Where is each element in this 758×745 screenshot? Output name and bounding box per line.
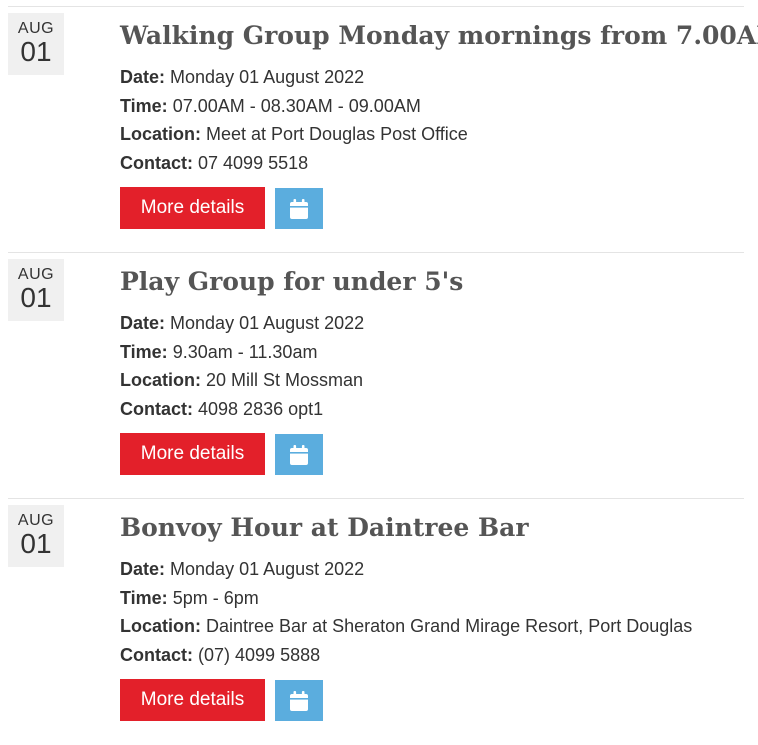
date-month: AUG xyxy=(17,512,55,529)
event-date-row: Date: Monday 01 August 2022 xyxy=(120,63,744,92)
event-date-row: Date: Monday 01 August 2022 xyxy=(120,555,744,584)
contact-value: (07) 4099 5888 xyxy=(198,644,321,665)
date-month: AUG xyxy=(17,20,55,37)
date-badge: AUG 01 xyxy=(8,259,64,321)
more-details-button[interactable]: More details xyxy=(120,679,265,721)
location-label: Location: xyxy=(120,370,201,390)
date-value: Monday 01 August 2022 xyxy=(170,67,365,87)
calendar-icon xyxy=(290,444,308,465)
event-actions: More details xyxy=(120,433,744,475)
contact-label: Contact: xyxy=(120,152,193,173)
event-contact-row: Contact: 07 4099 5518 xyxy=(120,149,744,178)
date-month: AUG xyxy=(17,266,55,283)
calendar-icon xyxy=(290,198,308,219)
date-day: 01 xyxy=(20,528,52,559)
date-label: Date: xyxy=(120,559,166,579)
add-to-calendar-button[interactable] xyxy=(275,680,323,721)
event-time-row: Time: 07.00AM - 08.30AM - 09.00AM xyxy=(120,92,744,121)
date-label: Date: xyxy=(120,67,166,87)
location-value: Meet at Port Douglas Post Office xyxy=(206,124,468,144)
location-label: Location: xyxy=(120,124,201,144)
event-item: AUG 01 Walking Group Monday mornings fro… xyxy=(8,6,758,253)
event-location-row: Location: Daintree Bar at Sheraton Grand… xyxy=(120,612,744,641)
event-date-row: Date: Monday 01 August 2022 xyxy=(120,309,744,338)
time-label: Time: xyxy=(120,341,168,362)
date-value: Monday 01 August 2022 xyxy=(170,559,365,579)
event-title[interactable]: Bonvoy Hour at Daintree Bar xyxy=(120,511,744,545)
location-value: Daintree Bar at Sheraton Grand Mirage Re… xyxy=(206,616,693,636)
location-label: Location: xyxy=(120,616,201,636)
date-day: 01 xyxy=(20,36,52,67)
event-time-row: Time: 9.30am - 11.30am xyxy=(120,338,744,367)
event-content: Bonvoy Hour at Daintree Bar Date: Monday… xyxy=(120,511,744,721)
event-time-row: Time: 5pm - 6pm xyxy=(120,584,744,613)
event-contact-row: Contact: (07) 4099 5888 xyxy=(120,641,744,670)
event-content: Walking Group Monday mornings from 7.00A… xyxy=(120,19,758,229)
event-actions: More details xyxy=(120,187,744,229)
location-value: 20 Mill St Mossman xyxy=(206,370,364,390)
date-day: 01 xyxy=(20,282,52,313)
event-item: AUG 01 Bonvoy Hour at Daintree Bar Date:… xyxy=(8,498,744,745)
event-contact-row: Contact: 4098 2836 opt1 xyxy=(120,395,744,424)
event-item: AUG 01 Play Group for under 5's Date: Mo… xyxy=(8,252,744,499)
event-location-row: Location: Meet at Port Douglas Post Offi… xyxy=(120,120,744,149)
contact-value: 4098 2836 opt1 xyxy=(198,398,324,419)
date-badge: AUG 01 xyxy=(8,13,64,75)
date-value: Monday 01 August 2022 xyxy=(170,313,365,333)
date-badge: AUG 01 xyxy=(8,505,64,567)
more-details-button[interactable]: More details xyxy=(120,187,265,229)
event-title[interactable]: Walking Group Monday mornings from 7.00A… xyxy=(120,19,758,53)
time-value: 9.30am - 11.30am xyxy=(172,341,318,362)
add-to-calendar-button[interactable] xyxy=(275,434,323,475)
time-label: Time: xyxy=(120,95,168,116)
event-actions: More details xyxy=(120,679,744,721)
event-content: Play Group for under 5's Date: Monday 01… xyxy=(120,265,744,475)
event-title[interactable]: Play Group for under 5's xyxy=(120,265,744,299)
time-value: 07.00AM - 08.30AM - 09.00AM xyxy=(172,95,421,116)
date-label: Date: xyxy=(120,313,166,333)
contact-value: 07 4099 5518 xyxy=(198,152,309,173)
more-details-button[interactable]: More details xyxy=(120,433,265,475)
time-value: 5pm - 6pm xyxy=(172,587,259,608)
calendar-icon xyxy=(290,690,308,711)
add-to-calendar-button[interactable] xyxy=(275,188,323,229)
time-label: Time: xyxy=(120,587,168,608)
event-location-row: Location: 20 Mill St Mossman xyxy=(120,366,744,395)
contact-label: Contact: xyxy=(120,398,193,419)
contact-label: Contact: xyxy=(120,644,193,665)
